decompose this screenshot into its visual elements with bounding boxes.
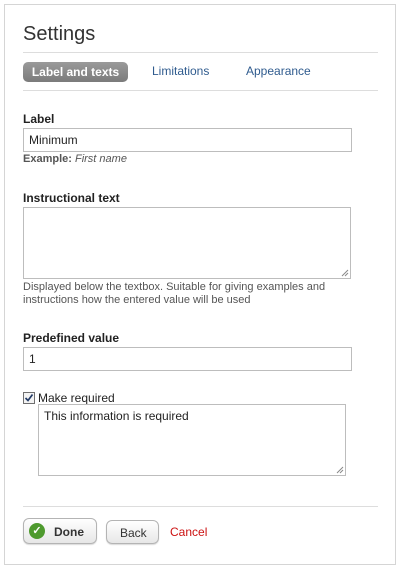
header-divider [23, 52, 378, 53]
tab-limitations[interactable]: Limitations [152, 64, 209, 78]
footer-divider [23, 506, 378, 507]
example-value: First name [74, 153, 127, 165]
make-required-label[interactable]: Make required [38, 391, 115, 405]
back-button-label: Back [120, 526, 147, 540]
page-title: Settings [23, 23, 96, 45]
tab-appearance[interactable]: Appearance [246, 64, 311, 78]
label-example: Example: First name [23, 153, 127, 165]
resize-grip-icon[interactable] [341, 269, 349, 277]
done-button-label: Done [54, 525, 84, 539]
required-message-value: This information is required [44, 409, 189, 423]
back-button[interactable]: Back [106, 520, 159, 544]
instructional-text-title: Instructional text [23, 191, 120, 205]
predefined-value-input[interactable]: 1 [23, 347, 352, 371]
make-required-checkbox[interactable] [23, 392, 35, 404]
checkmark-circle-icon: ✓ [29, 523, 45, 539]
tab-label-and-texts[interactable]: Label and texts [23, 62, 128, 82]
predefined-value-title: Predefined value [23, 331, 120, 345]
example-prefix: Example: [23, 153, 72, 165]
tabs-divider [23, 90, 378, 91]
done-button[interactable]: ✓ Done [23, 518, 97, 544]
cancel-link[interactable]: Cancel [170, 525, 207, 539]
label-input[interactable]: Minimum [23, 128, 352, 152]
checkmark-icon [24, 393, 34, 402]
instructional-hint-line-1: Displayed below the textbox. Suitable fo… [23, 281, 326, 293]
label-field-title: Label [23, 112, 55, 126]
instructional-hint-line-2: instructions how the entered value will … [23, 294, 251, 306]
resize-grip-icon[interactable] [336, 466, 344, 474]
instructional-textarea[interactable] [23, 207, 351, 279]
required-message-textarea[interactable]: This information is required [38, 404, 346, 476]
